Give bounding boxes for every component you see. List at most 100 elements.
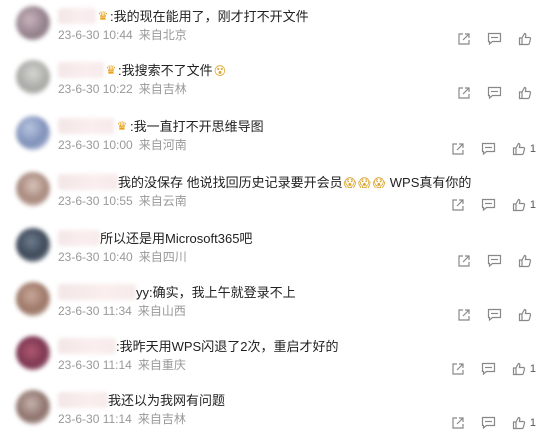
share-icon <box>452 417 464 429</box>
comment-button[interactable] <box>487 86 502 100</box>
share-button[interactable] <box>451 198 465 212</box>
emoji-icon: 😱 <box>343 176 357 190</box>
comment-button[interactable] <box>487 308 502 322</box>
like-icon <box>512 362 526 376</box>
comment-date: 23-6-30 11:14 <box>58 358 132 372</box>
username[interactable] <box>58 174 118 190</box>
comment-location: 来自山西 <box>137 304 186 318</box>
comment-button[interactable] <box>481 416 496 430</box>
emoji-icon: 😱 <box>372 176 386 190</box>
emoji-icon: 😱 <box>358 176 371 190</box>
comment-location: 来自吉林 <box>138 82 187 96</box>
emoji-icon: 😵 <box>213 64 227 78</box>
comment-meta: 23-6-30 10:00 来自河南 <box>58 138 193 153</box>
like-button[interactable] <box>518 32 536 46</box>
comment-icon <box>487 308 502 322</box>
list-item: 我还以为我网有问题 23-6-30 11:14 来自吉林 1 <box>0 390 550 442</box>
comment-button[interactable] <box>481 142 496 156</box>
list-item: 我的没保存 他说找回历史记录要开会员😱 😱 😱 WPS真有你的 23-6-30 10… <box>0 172 550 224</box>
comment-actions <box>441 308 536 322</box>
comment-location: 来自重庆 <box>137 358 186 372</box>
username[interactable] <box>58 62 104 78</box>
comment-text: 我还以为我网有问题 <box>108 393 226 408</box>
comment-icon <box>487 32 502 46</box>
comment-meta: 23-6-30 10:55 来自云南 <box>58 194 193 209</box>
comment-text: :我昨天用WPS闪退了2次，重启才好的 <box>116 339 339 354</box>
avatar[interactable] <box>16 172 50 206</box>
like-count: 1 <box>529 417 536 429</box>
comment-actions: 1 <box>435 142 536 156</box>
like-icon <box>512 198 526 212</box>
list-item: ♛ :我搜索不了文件😵 23-6-30 10:22 来自吉林 <box>0 60 550 112</box>
avatar[interactable] <box>16 6 50 40</box>
like-button[interactable] <box>518 254 536 268</box>
comment-button[interactable] <box>481 362 496 376</box>
comment-icon <box>487 86 502 100</box>
username[interactable] <box>58 338 116 354</box>
comment-location: 来自吉林 <box>137 412 186 426</box>
like-button[interactable] <box>518 86 536 100</box>
comment-date: 23-6-30 10:55 <box>58 194 133 208</box>
like-button[interactable]: 1 <box>512 142 536 156</box>
share-button[interactable] <box>457 86 471 100</box>
like-count: 1 <box>529 199 536 211</box>
like-button[interactable]: 1 <box>512 198 536 212</box>
share-icon <box>452 143 464 155</box>
comment-icon <box>481 142 495 156</box>
comment-text: :我搜索不了文件😵 <box>118 62 227 79</box>
comment-location: 来自北京 <box>138 28 187 42</box>
share-button[interactable] <box>451 416 465 430</box>
list-item: :我昨天用WPS闪退了2次，重启才好的 23-6-30 11:14 来自重庆 1 <box>0 336 550 388</box>
comment-location: 来自云南 <box>138 194 187 208</box>
comment-meta: 23-6-30 11:34 来自山西 <box>58 304 192 319</box>
comment-text: :我一直打不开思维导图 <box>130 119 264 134</box>
share-button[interactable] <box>457 308 471 322</box>
avatar[interactable] <box>16 60 50 94</box>
comment-button[interactable] <box>487 254 502 268</box>
share-button[interactable] <box>457 254 471 268</box>
avatar[interactable] <box>16 390 50 424</box>
comment-actions: 1 <box>435 198 536 212</box>
comment-icon <box>481 416 495 430</box>
share-icon <box>458 33 470 45</box>
comment-meta: 23-6-30 10:40 来自四川 <box>58 250 193 265</box>
comment-button[interactable] <box>487 32 502 46</box>
username[interactable] <box>58 8 96 24</box>
share-button[interactable] <box>457 32 471 46</box>
vip-crown-icon: ♛ <box>97 9 109 23</box>
username[interactable] <box>58 118 114 134</box>
comment-actions <box>441 32 536 46</box>
comment-meta: 23-6-30 10:44 来自北京 <box>58 28 193 43</box>
comment-date: 23-6-30 10:00 <box>58 138 133 152</box>
username[interactable] <box>58 392 108 408</box>
comment-list: ♛ :我的现在能用了，刚才打不开文件 23-6-30 10:44 来自北京 ♛ :… <box>0 0 550 430</box>
avatar[interactable] <box>16 228 50 262</box>
comment-text-main: 我的没保存 他说找回历史记录要开会员 <box>118 175 343 190</box>
comment-text: :我的现在能用了，刚才打不开文件 <box>110 9 309 24</box>
avatar[interactable] <box>16 116 50 150</box>
like-button[interactable]: 1 <box>512 416 536 430</box>
list-item: ♛ :我一直打不开思维导图 23-6-30 10:00 来自河南 1 <box>0 116 550 168</box>
like-icon <box>518 254 532 268</box>
comment-text-after: WPS真有你的 <box>386 175 472 190</box>
list-item: ♛ :我的现在能用了，刚才打不开文件 23-6-30 10:44 来自北京 <box>0 6 550 58</box>
share-button[interactable] <box>451 362 465 376</box>
comment-icon <box>487 254 502 268</box>
like-button[interactable] <box>518 308 536 322</box>
comment-text-main: :我搜索不了文件 <box>118 63 213 78</box>
avatar[interactable] <box>16 336 50 370</box>
avatar[interactable] <box>16 282 50 316</box>
username[interactable] <box>58 284 136 300</box>
comment-button[interactable] <box>481 198 496 212</box>
comment-location: 来自四川 <box>138 250 187 264</box>
comment-actions: 1 <box>435 416 536 430</box>
share-icon <box>452 199 464 211</box>
username[interactable] <box>58 230 100 246</box>
comment-meta: 23-6-30 11:14 来自吉林 <box>58 412 192 427</box>
share-icon <box>458 309 470 321</box>
vip-crown-icon: ♛ <box>105 63 117 77</box>
share-button[interactable] <box>451 142 465 156</box>
like-button[interactable]: 1 <box>512 362 536 376</box>
comment-actions <box>441 254 536 268</box>
list-item: yy:确实，我上午就登录不上 23-6-30 11:34 来自山西 <box>0 282 550 334</box>
